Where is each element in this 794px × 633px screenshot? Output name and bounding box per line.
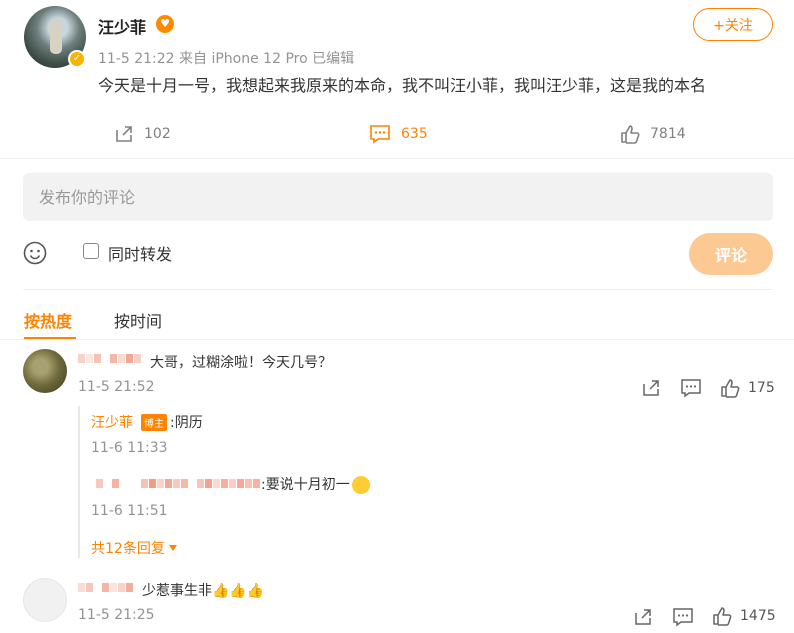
- post-text: 今天是十月一号，我想起来我原来的本命，我不叫汪小菲，我叫汪少菲，这是我的本名: [98, 76, 707, 95]
- emoji-icon[interactable]: [23, 241, 47, 265]
- share-icon: [116, 126, 132, 142]
- vip-icon: ♥: [156, 15, 174, 33]
- comment-count: 635: [401, 126, 428, 142]
- divider: [0, 158, 794, 159]
- follow-button[interactable]: +关注: [693, 8, 773, 41]
- caret-down-icon: [168, 545, 177, 551]
- blogger-badge: 博主: [141, 414, 167, 431]
- repost-button[interactable]: 102: [114, 124, 171, 144]
- divider: [23, 289, 773, 290]
- comment-like-count: 175: [748, 380, 775, 396]
- author-name[interactable]: 汪少菲: [98, 14, 146, 38]
- comment-input[interactable]: [23, 173, 773, 221]
- masked-username[interactable]: [96, 479, 261, 488]
- laugh-cry-emoji-icon: [351, 476, 370, 494]
- reply-time: 11-6 11:33: [91, 440, 168, 456]
- submit-comment-button[interactable]: 评论: [689, 233, 773, 275]
- comment-icon[interactable]: [680, 378, 702, 398]
- reply-text: :要说十月初一: [261, 474, 370, 494]
- like-icon: [713, 607, 732, 626]
- share-icon[interactable]: [633, 607, 653, 627]
- post-meta: 11-5 21:22 来自 iPhone 12 Pro 已编辑: [98, 51, 355, 67]
- comment-like-count: 1475: [740, 608, 776, 624]
- divider: [0, 339, 794, 340]
- reply-time: 11-6 11:51: [91, 503, 168, 519]
- comment-like-button[interactable]: 1475: [712, 606, 776, 626]
- like-icon: [721, 379, 740, 398]
- comment-icon: [370, 125, 390, 144]
- tab-sort-hot[interactable]: 按热度: [24, 308, 72, 332]
- like-count: 7814: [650, 126, 686, 142]
- share-icon[interactable]: [641, 378, 661, 398]
- reply-thread-line: [78, 406, 80, 558]
- like-button[interactable]: 7814: [620, 124, 686, 144]
- reply-text: :阴历: [170, 415, 203, 431]
- masked-username[interactable]: [78, 354, 142, 363]
- like-icon: [621, 125, 640, 144]
- comment-time: 11-5 21:52: [78, 379, 155, 395]
- tab-sort-time[interactable]: 按时间: [114, 308, 162, 332]
- repost-count: 102: [144, 126, 171, 142]
- repost-checkbox[interactable]: [83, 243, 99, 259]
- comment-like-button[interactable]: 175: [720, 378, 775, 398]
- repost-checkbox-label[interactable]: 同时转发: [108, 241, 172, 265]
- commenter-avatar[interactable]: [23, 349, 67, 393]
- reply-author[interactable]: 汪少菲: [91, 412, 133, 432]
- verified-badge-icon: ✓: [68, 50, 86, 68]
- comment-text: 大哥，过糊涂啦！今天几号？: [150, 355, 332, 371]
- masked-username[interactable]: [78, 583, 142, 592]
- comment-text: 少惹事生非👍👍👍: [142, 583, 265, 599]
- more-replies-link[interactable]: 共12条回复: [91, 538, 178, 558]
- commenter-avatar[interactable]: [23, 578, 67, 622]
- comment-button[interactable]: 635: [369, 124, 428, 144]
- comment-time: 11-5 21:25: [78, 607, 155, 623]
- comment-icon[interactable]: [672, 607, 694, 627]
